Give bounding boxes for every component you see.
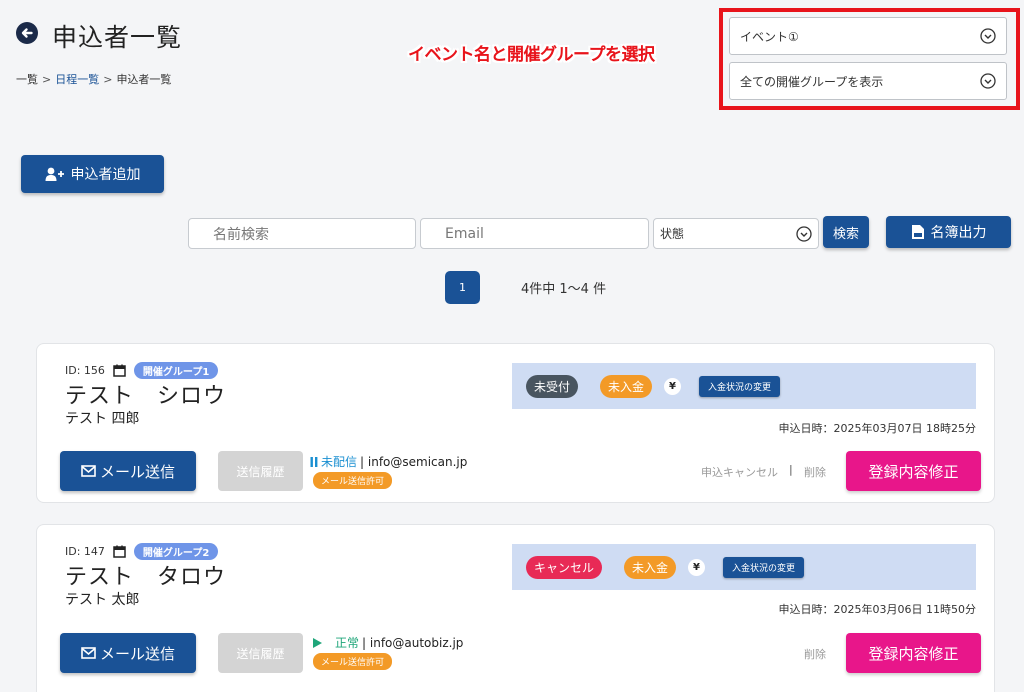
reception-status-badge: 未受付 [526, 374, 579, 398]
calendar-icon[interactable] [113, 545, 126, 558]
applicant-email: | info@semican.jp [360, 454, 468, 469]
cancel-application-link[interactable]: 申込キャンセル [701, 464, 778, 480]
email-search-input[interactable]: Email [420, 218, 649, 249]
page-title: 申込者一覧 [52, 23, 183, 52]
play-icon [313, 637, 322, 648]
send-mail-button[interactable]: メール送信 [60, 451, 196, 491]
applicant-id: ID: 156 [65, 364, 105, 377]
name-search-input[interactable]: 名前検索 [188, 218, 416, 249]
breadcrumb-home[interactable]: 一覧 [16, 73, 38, 86]
group-badge: 開催グループ1 [133, 362, 219, 379]
applicant-card: ID: 156 開催グループ1 テスト シロウ テスト 四郎 未受付 未入金 ¥… [36, 343, 995, 503]
applicant-name-kana: テスト タロウ [65, 565, 227, 590]
send-mail-button[interactable]: メール送信 [60, 633, 196, 673]
change-payment-button[interactable]: 入金状況の変更 [723, 556, 805, 578]
event-select-value: イベント① [740, 29, 799, 44]
applicant-card: ID: 147 開催グループ2 テスト タロウ テスト 太郎 キャンセル 未入金… [36, 524, 995, 692]
payment-status-badge: 未入金 [600, 374, 653, 398]
mail-status-text: 未配信 [321, 455, 358, 469]
page-button-1[interactable]: 1 [445, 271, 480, 304]
back-arrow-icon[interactable] [16, 22, 38, 44]
search-button[interactable]: 検索 [823, 216, 869, 248]
mail-status: 正常 | info@autobiz.jp [312, 634, 463, 651]
export-list-button[interactable]: 名簿出力 [886, 216, 1011, 248]
action-separator: | [789, 463, 793, 476]
yen-icon: ¥ [664, 377, 682, 395]
applicant-name-kanji: テスト 太郎 [65, 592, 140, 608]
applicant-id-line: ID: 156 開催グループ1 [65, 362, 219, 379]
applicant-email: | info@autobiz.jp [362, 635, 464, 650]
edit-registration-button[interactable]: 登録内容修正 [846, 451, 981, 491]
send-history-button[interactable]: 送信履歴 [218, 451, 303, 491]
annotation-text: イベント名と開催グループを選択 [408, 45, 655, 65]
delete-link[interactable]: 削除 [804, 646, 826, 662]
send-mail-label: メール送信 [99, 644, 175, 663]
breadcrumb-separator: > [42, 73, 52, 86]
result-count: 4件中 1〜4 件 [521, 282, 607, 297]
add-user-icon [45, 167, 64, 181]
yen-icon: ¥ [688, 558, 706, 576]
breadcrumb-schedule[interactable]: 日程一覧 [55, 73, 99, 86]
chevron-down-icon [796, 225, 812, 242]
email-search-placeholder: Email [445, 225, 484, 242]
pause-icon [310, 456, 318, 467]
breadcrumb: 一覧 > 日程一覧 > 申込者一覧 [16, 71, 171, 87]
mail-permission-badge: メール送信許可 [313, 653, 393, 670]
applied-date: 申込日時：2025年03月07日 18時25分 [778, 422, 976, 435]
chevron-down-icon [980, 28, 996, 44]
mail-status: 未配信 | info@semican.jp [310, 453, 467, 470]
group-badge: 開催グループ2 [133, 543, 219, 560]
add-applicant-button[interactable]: 申込者追加 [21, 155, 164, 193]
breadcrumb-separator: > [103, 73, 113, 86]
applicant-id-line: ID: 147 開催グループ2 [65, 543, 219, 560]
status-select[interactable]: 状態 [653, 218, 819, 249]
chevron-down-icon [980, 73, 996, 89]
envelope-icon [81, 465, 96, 477]
mail-permission-badge: メール送信許可 [313, 472, 393, 489]
envelope-icon [81, 647, 96, 659]
delete-link[interactable]: 削除 [804, 464, 826, 480]
group-select[interactable]: 全ての開催グループを表示 [729, 62, 1007, 100]
status-panel: キャンセル 未入金 ¥ 入金状況の変更 [512, 544, 976, 590]
name-search-placeholder: 名前検索 [213, 226, 269, 243]
mail-status-text: 正常 [335, 636, 360, 650]
status-panel: 未受付 未入金 ¥ 入金状況の変更 [512, 363, 976, 409]
add-applicant-label: 申込者追加 [70, 167, 141, 183]
send-history-button[interactable]: 送信履歴 [218, 633, 303, 673]
applicant-name-kana: テスト シロウ [65, 384, 227, 409]
group-select-value: 全ての開催グループを表示 [740, 74, 884, 89]
payment-status-badge: 未入金 [624, 555, 677, 579]
edit-registration-button[interactable]: 登録内容修正 [846, 633, 981, 673]
applicant-name-kanji: テスト 四郎 [65, 411, 140, 427]
send-mail-label: メール送信 [99, 462, 175, 481]
change-payment-button[interactable]: 入金状況の変更 [699, 375, 781, 397]
applied-date: 申込日時：2025年03月06日 11時50分 [778, 603, 976, 616]
csv-file-icon [911, 225, 924, 239]
breadcrumb-current: 申込者一覧 [116, 73, 172, 86]
status-select-value: 状態 [660, 227, 685, 241]
applicant-id: ID: 147 [65, 545, 105, 558]
calendar-icon[interactable] [113, 364, 126, 377]
event-select[interactable]: イベント① [729, 17, 1007, 55]
reception-status-badge: キャンセル [526, 555, 603, 579]
export-list-label: 名簿出力 [930, 225, 987, 241]
